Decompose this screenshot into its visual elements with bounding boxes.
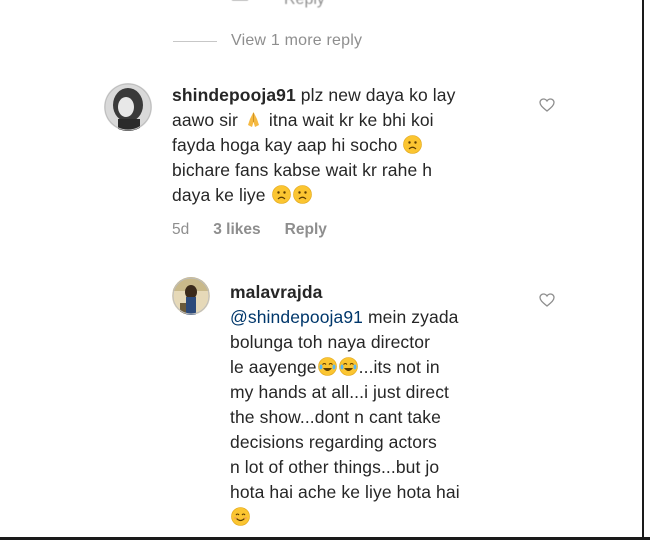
view-more-divider (173, 40, 217, 42)
comment-text-line-2: aawo sir (172, 110, 238, 130)
comment-text-line-3: le aayenge (230, 357, 317, 377)
cut-off-comment-meta: — Reply (232, 0, 325, 9)
like-heart-icon[interactable] (539, 293, 555, 307)
avatar-image (172, 277, 210, 315)
comment-reply-button[interactable]: Reply (285, 221, 327, 239)
comment-text-line-1: plz new daya ko lay (300, 85, 456, 105)
comment-text-line-8: n lot of other things...but jo (230, 457, 440, 477)
comment-meta-shindepooja91: 5d 3 likes Reply (172, 221, 327, 239)
comment-text-line-1: mein zyada (368, 307, 459, 327)
frowning-face-icon (403, 135, 423, 154)
view-more-replies-button[interactable]: View 1 more reply (173, 32, 362, 50)
frowning-face-icon (292, 185, 312, 204)
comment-text-line-5: my hands at all...i just direct (230, 382, 450, 402)
instagram-comments-panel: — Reply View 1 more reply shindepooja91 … (0, 0, 650, 540)
comment-text-line-4: fayda hoga kay aap hi socho (172, 135, 398, 155)
comment-username[interactable]: shindepooja91 (172, 85, 296, 105)
cut-off-meta-left: — (232, 0, 248, 9)
mention-link[interactable]: @shindepooja91 (230, 307, 363, 327)
view-more-replies-label: View 1 more reply (231, 32, 363, 49)
comment-likes-link[interactable]: 3 likes (213, 221, 260, 239)
avatar-image (104, 83, 152, 131)
comment-text-line-7: decisions regarding actors (230, 432, 437, 452)
comment-text-line-6: the show...dont n cant take (230, 407, 441, 427)
folded-hands-icon (244, 110, 263, 129)
tears-of-joy-icon (338, 357, 358, 376)
comment-username[interactable]: malavrajda (230, 282, 322, 302)
frowning-face-icon (271, 185, 291, 204)
like-heart-icon[interactable] (539, 98, 555, 112)
comment-text-line-6: daya ke liye (172, 185, 266, 205)
avatar-malavrajda[interactable] (172, 277, 210, 315)
comment-text-line-3: itna wait kr ke bhi koi (268, 110, 434, 130)
comment-malavrajda: malavrajda @shindepooja91 mein zyada bol… (230, 280, 530, 530)
comment-text-line-2: bolunga toh naya director (230, 332, 430, 352)
comment-text-line-9: hota hai ache ke liye hota hai (230, 482, 460, 502)
cut-off-reply-link[interactable]: Reply (284, 0, 325, 9)
tears-of-joy-icon (317, 357, 337, 376)
image-frame-right-edge (642, 0, 644, 540)
comment-text-line-5: bichare fans kabse wait kr rahe h (172, 160, 433, 180)
smiling-face-icon (231, 507, 250, 526)
comment-time: 5d (172, 221, 190, 238)
comment-text-line-4: ...its not in (358, 357, 440, 377)
comment-shindepooja91: shindepooja91 plz new daya ko lay aawo s… (172, 83, 532, 208)
avatar-shindepooja91[interactable] (104, 83, 152, 131)
